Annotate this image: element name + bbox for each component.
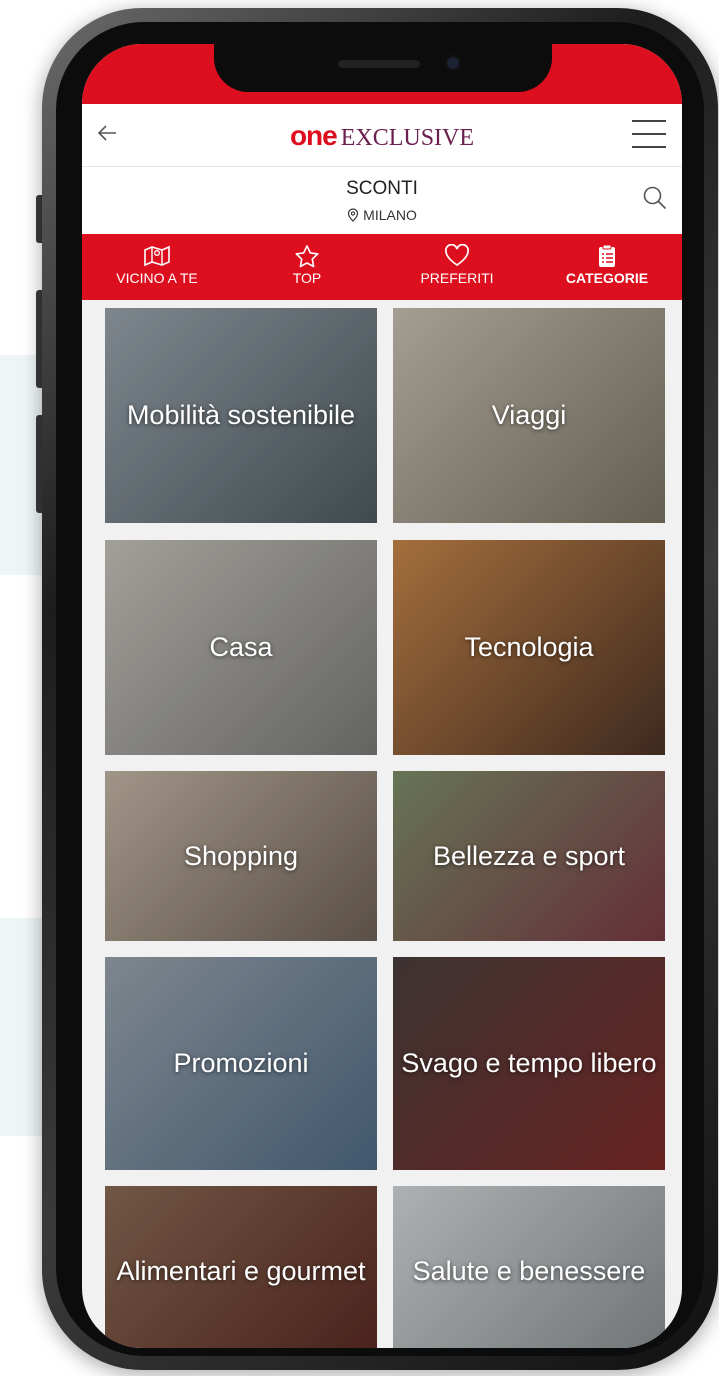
- phone-notch: [214, 44, 552, 92]
- heart-icon: [445, 244, 469, 267]
- category-label: Mobilità sostenibile: [126, 400, 356, 430]
- search-icon[interactable]: [642, 185, 668, 211]
- tab-categorie[interactable]: CATEGORIE: [532, 234, 682, 300]
- category-tile-svago-e-tempo-libero[interactable]: Svago e tempo libero: [393, 957, 665, 1170]
- category-tile-tecnologia[interactable]: Tecnologia: [393, 540, 665, 755]
- category-label: Casa: [209, 632, 273, 662]
- category-label: Bellezza e sport: [432, 840, 626, 871]
- location-text: MILANO: [363, 207, 417, 223]
- category-tile-mobilita-sostenibile[interactable]: Mobilità sostenibile: [105, 308, 377, 523]
- category-tile-salute-e-benessere[interactable]: Salute e benessere: [393, 1186, 665, 1348]
- menu-icon[interactable]: [632, 120, 666, 148]
- location-pin-icon: [348, 208, 359, 222]
- category-label: Svago e tempo libero: [401, 1048, 657, 1078]
- tab-label: PREFERITI: [420, 270, 494, 286]
- category-tile-casa[interactable]: Casa: [105, 540, 377, 755]
- app-header: one EXCLUSIVE: [82, 104, 682, 167]
- speaker-grille: [338, 60, 420, 68]
- map-icon: [144, 245, 170, 267]
- tab-bar: VICINO A TE TOP PREFERITI CATEGORIE: [82, 234, 682, 300]
- category-tile-promozioni[interactable]: Promozioni: [105, 957, 377, 1170]
- category-tile-viaggi[interactable]: Viaggi: [393, 308, 665, 523]
- app-screen: one EXCLUSIVE SCONTI MILANO VICINO A TE T…: [82, 44, 682, 1348]
- tab-preferiti[interactable]: PREFERITI: [382, 234, 532, 300]
- tab-label: TOP: [292, 270, 322, 286]
- app-logo: one EXCLUSIVE: [82, 120, 682, 152]
- tab-top[interactable]: TOP: [232, 234, 382, 300]
- category-label: Viaggi: [491, 400, 567, 430]
- tab-label: CATEGORIE: [565, 270, 649, 286]
- category-tile-bellezza-e-sport[interactable]: Bellezza e sport: [393, 771, 665, 941]
- tab-vicino-a-te[interactable]: VICINO A TE: [82, 234, 232, 300]
- category-tile-shopping[interactable]: Shopping: [105, 771, 377, 941]
- location-label[interactable]: MILANO: [82, 207, 682, 223]
- logo-exclusive: EXCLUSIVE: [340, 125, 475, 151]
- category-label: Shopping: [183, 840, 299, 871]
- logo-one: one: [289, 120, 338, 151]
- category-label: Promozioni: [173, 1048, 309, 1078]
- category-label: Salute e benessere: [412, 1255, 646, 1286]
- page-subheader: SCONTI MILANO: [82, 167, 682, 234]
- page-title: SCONTI: [346, 178, 418, 199]
- camera-icon: [444, 54, 462, 72]
- star-icon: [295, 245, 319, 268]
- category-tile-alimentari-e-gourmet[interactable]: Alimentari e gourmet: [105, 1186, 377, 1348]
- clipboard-list-icon: [599, 244, 615, 267]
- category-label: Alimentari e gourmet: [116, 1255, 366, 1286]
- tab-label: VICINO A TE: [116, 270, 198, 286]
- category-label: Tecnologia: [464, 632, 594, 662]
